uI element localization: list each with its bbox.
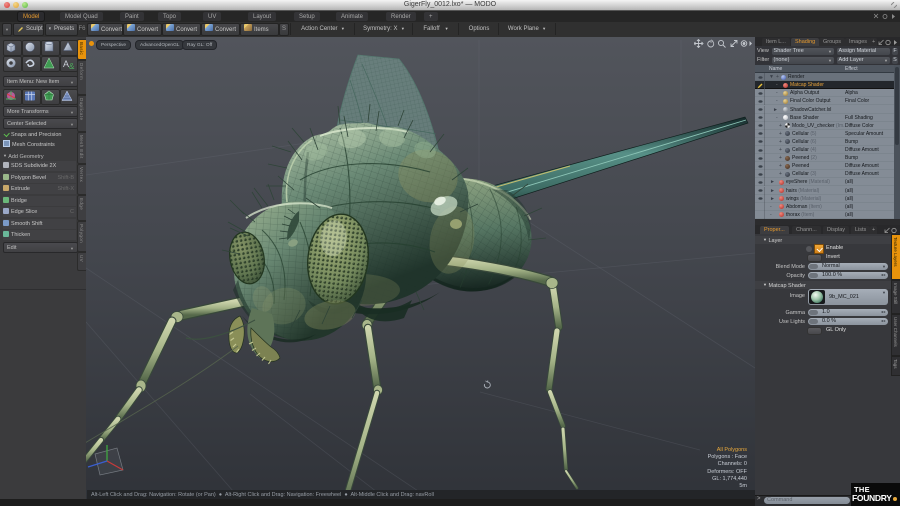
- svg-text:&: &: [69, 62, 75, 71]
